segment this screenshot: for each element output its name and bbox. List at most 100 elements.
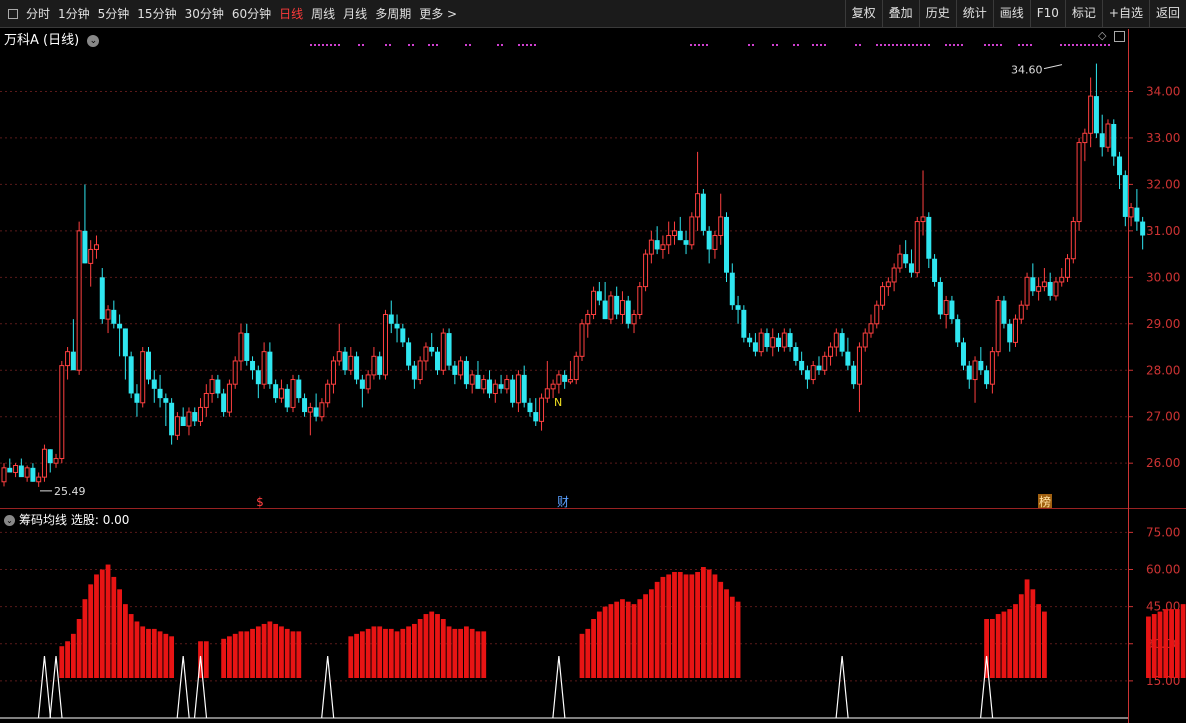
candle-body [504, 379, 510, 390]
candle-body [24, 467, 30, 478]
candle-body [1053, 281, 1059, 297]
indicator-bar [1030, 589, 1036, 678]
candle-body [267, 351, 273, 385]
indicator-bar [1001, 611, 1007, 678]
indicator-bar [82, 599, 88, 678]
candle-body [619, 300, 625, 315]
candle-body [1076, 142, 1082, 223]
candle-body [556, 374, 562, 385]
candle-body [99, 277, 105, 320]
event-dot [698, 44, 700, 46]
event-dot [772, 44, 774, 46]
candle-body [562, 374, 568, 382]
candle-body [255, 370, 261, 385]
candle-body [752, 342, 758, 352]
indicator-bar [417, 619, 423, 678]
candle-body [313, 407, 319, 417]
event-dot [1096, 44, 1098, 46]
indicator-spike [321, 655, 335, 719]
candle-body [417, 360, 423, 381]
candle-body [567, 379, 573, 383]
event-dot [1108, 44, 1110, 46]
candle-body [891, 267, 897, 283]
event-dot [1026, 44, 1028, 46]
indicator-bar [1018, 594, 1024, 678]
event-dot [900, 44, 902, 46]
candle-body [631, 313, 637, 325]
candle-body [198, 406, 204, 422]
candle-body [972, 360, 978, 381]
indicator-bar [151, 628, 157, 678]
event-dot [1022, 44, 1024, 46]
candle-body [82, 230, 88, 264]
event-dot [389, 44, 391, 46]
event-dot [957, 44, 959, 46]
event-dot [859, 44, 861, 46]
event-dot [904, 44, 906, 46]
indicator-bar [383, 628, 388, 678]
candle-body [151, 379, 157, 389]
candle-body [671, 230, 677, 237]
candle-body [770, 337, 776, 348]
candle-body [1070, 221, 1076, 260]
event-dot [1064, 44, 1066, 46]
candle-body [1117, 156, 1123, 176]
indicator-bar [625, 601, 631, 678]
candle-body [851, 365, 857, 385]
candle-body [463, 360, 469, 385]
event-dot [949, 44, 951, 46]
indicator-bar [359, 631, 365, 678]
candle-body [602, 300, 608, 320]
indicator-bar [724, 589, 729, 678]
event-dot [1100, 44, 1102, 46]
candle-body [695, 193, 701, 218]
candle-body [903, 254, 909, 264]
candle-body [515, 374, 521, 404]
indicator-bar [1151, 614, 1157, 678]
indicator-bar [464, 626, 469, 678]
indicator-bar [140, 626, 146, 678]
indicator-bar [1042, 611, 1047, 678]
candle-body [261, 351, 267, 385]
event-dot [530, 44, 532, 46]
indicator-bar [65, 641, 70, 678]
candle-body [1001, 300, 1007, 324]
candle-body [729, 272, 735, 306]
indicator-bar [111, 576, 117, 678]
candle-body [637, 286, 643, 315]
candle-body [180, 416, 186, 427]
candle-body [186, 411, 192, 427]
candle-body [65, 351, 71, 367]
candle-body [244, 333, 250, 361]
event-dot [1000, 44, 1002, 46]
indicator-bar [700, 567, 706, 678]
candle-body [862, 332, 868, 348]
candle-body [666, 235, 672, 246]
candle-body [1105, 123, 1111, 148]
candle-body [625, 300, 631, 324]
candle-body [1065, 258, 1071, 278]
chart-canvas[interactable]: 34.00 33.00 32.00 31.00 30.00 29.00 28.00 27.00… [0, 0, 1186, 723]
indicator-bar [411, 623, 417, 678]
event-marker: $ [256, 495, 264, 509]
candle-body [839, 333, 845, 352]
candle-body [1122, 175, 1128, 217]
candle-body [469, 374, 475, 385]
indicator-bar [117, 589, 122, 678]
candle-body [411, 365, 417, 380]
event-dot [892, 44, 894, 46]
candle-body [1030, 277, 1036, 292]
price-tick-label: 29.00 [1146, 317, 1180, 331]
candle-body [897, 253, 903, 269]
event-dot [1060, 44, 1062, 46]
candle-body [498, 384, 504, 389]
candle-body [747, 337, 753, 343]
event-dot [1076, 44, 1078, 46]
indicator-bar [695, 571, 700, 678]
candle-body [325, 383, 331, 404]
indicator-bar [122, 604, 128, 678]
candle-body [758, 332, 764, 353]
event-dot [888, 44, 890, 46]
candle-body [787, 333, 793, 348]
candle-body [458, 360, 464, 376]
